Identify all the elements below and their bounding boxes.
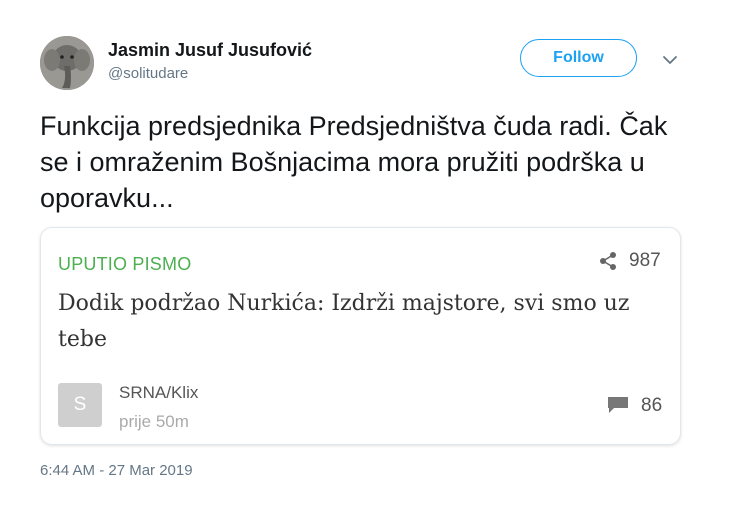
user-name[interactable]: Jasmin Jusuf Jusufović <box>108 40 312 61</box>
chevron-down-icon[interactable] <box>660 53 680 67</box>
follow-button[interactable]: Follow <box>520 39 637 77</box>
link-card[interactable]: UPUTIO PISMO 987 Dodik podržao Nurkića: … <box>40 227 681 445</box>
elephant-avatar-icon <box>40 36 94 90</box>
source-badge: S <box>58 383 102 427</box>
card-category: UPUTIO PISMO <box>58 254 192 274</box>
source-name: SRNA/Klix <box>119 383 199 402</box>
share-count: 987 <box>629 250 661 271</box>
comment-count: 86 <box>641 395 663 416</box>
comment-icon[interactable] <box>607 396 629 414</box>
user-handle[interactable]: @solitudare <box>108 65 188 82</box>
card-title[interactable]: Dodik podržao Nurkića: Izdrži majstore, … <box>58 286 658 358</box>
tweet-timestamp[interactable]: 6:44 AM - 27 Mar 2019 <box>40 462 193 479</box>
source-time: prije 50m <box>119 412 189 431</box>
tweet-text: Funkcija predsjednika Predsjedništva čud… <box>40 111 668 213</box>
share-icon[interactable] <box>599 251 617 271</box>
user-avatar[interactable] <box>40 36 94 90</box>
